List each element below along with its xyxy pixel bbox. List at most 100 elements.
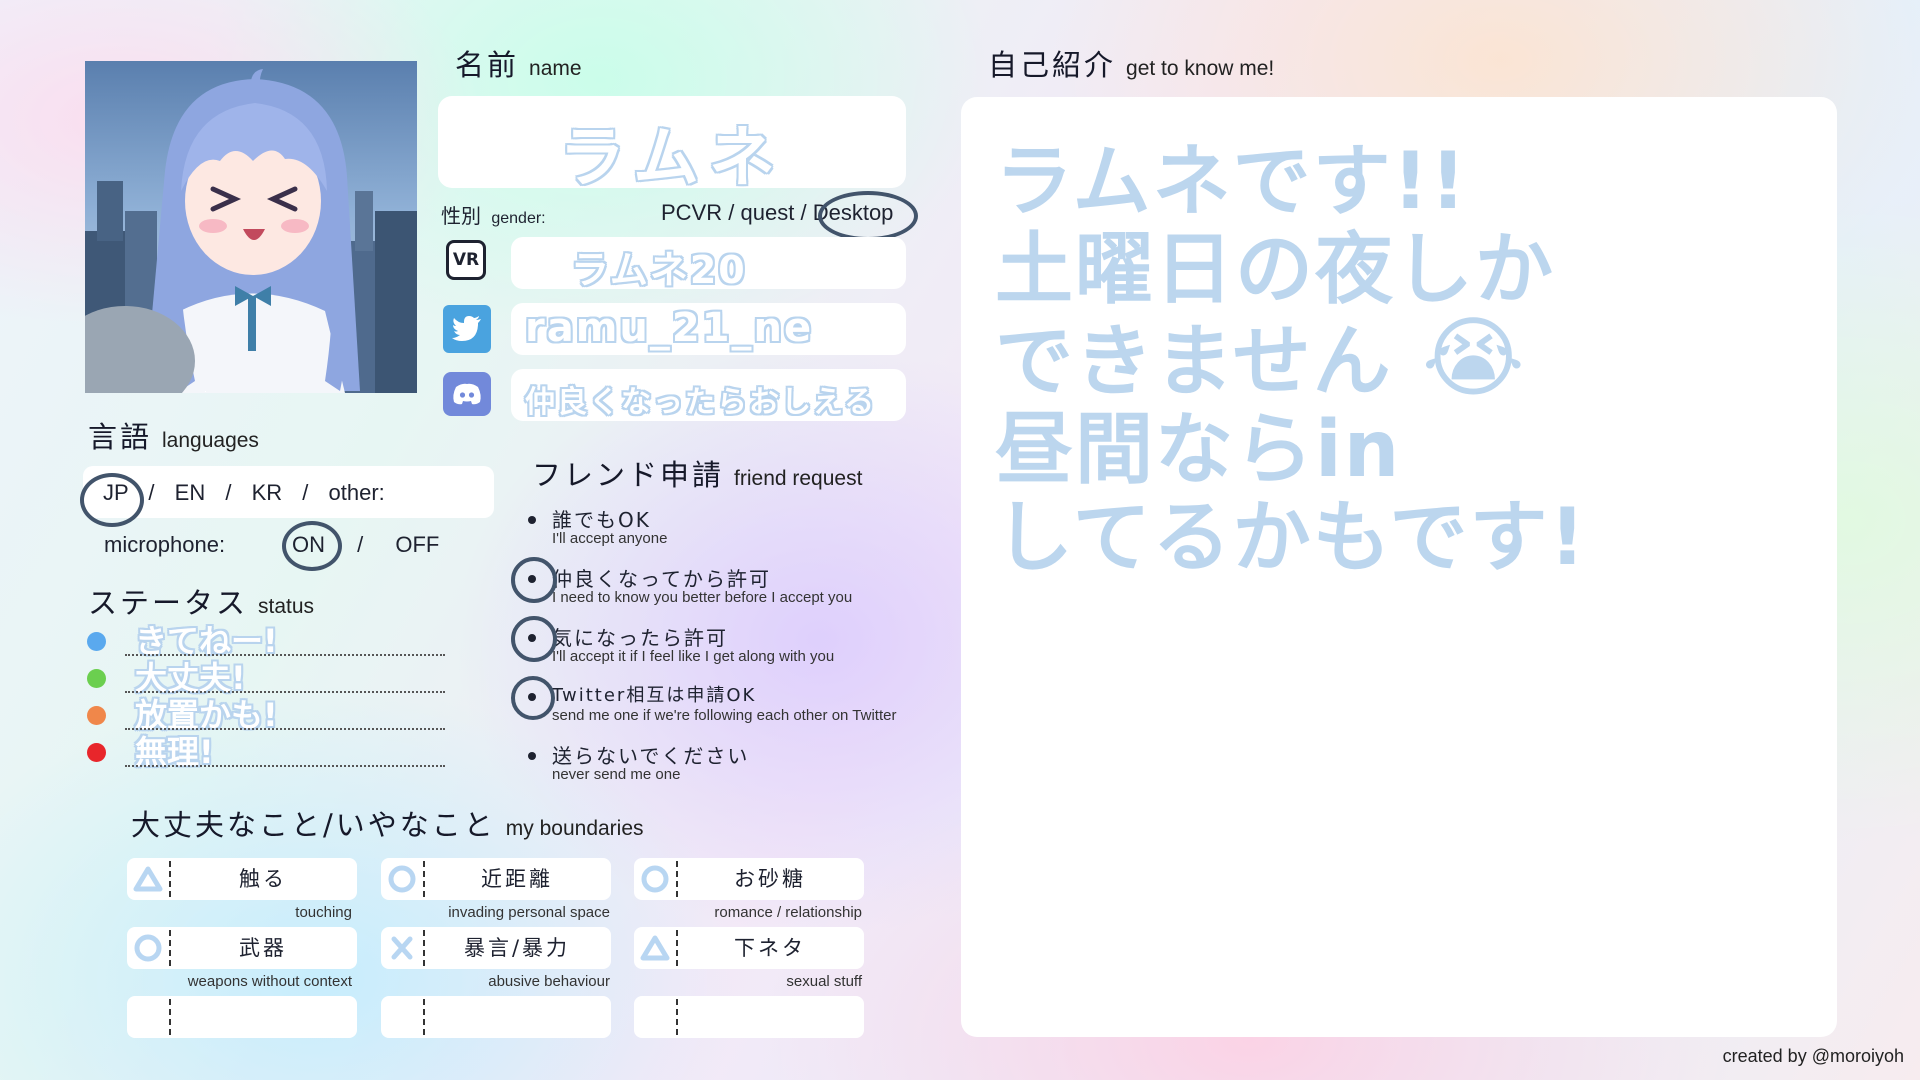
vrchat-name: ラムネ20 (571, 248, 747, 289)
languages-label-jp: 言語 (88, 420, 153, 454)
status-row: 無理! (85, 733, 445, 771)
platform-separator: / (800, 200, 807, 225)
platform-quest[interactable]: quest (741, 200, 795, 225)
boundary-card: 触る (127, 858, 357, 900)
friend-request-option-jp: 送らないでください (552, 744, 750, 768)
boundary-label-en: sexual stuff (786, 973, 862, 990)
credit-text: created by @moroiyoh (1722, 1046, 1904, 1066)
vrchat-name-box: ラムネ20 (511, 237, 906, 289)
language-separator: / (148, 480, 155, 505)
friend-request-option[interactable]: 誰でもOK I'll accept anyone (528, 508, 948, 548)
intro-label-en: get to know me! (1126, 57, 1275, 80)
triangle-icon (127, 858, 169, 900)
language-selected-circle (80, 473, 144, 527)
languages-options: JP / EN / KR / other: (103, 480, 385, 506)
friend-request-option[interactable]: 仲良くなってから許可 I need to know you better bef… (528, 567, 948, 607)
boundary-card-empty (127, 996, 357, 1038)
status-dot-orange (87, 706, 106, 725)
status-row: きてねー! (85, 622, 445, 660)
intro-line: してるかもです! (995, 493, 1588, 583)
twitter-handle: ramu_21_ne (525, 305, 814, 351)
boundary-label-jp: お砂糖 (734, 867, 806, 891)
language-separator: / (225, 480, 232, 505)
avatar-illustration (85, 69, 417, 393)
boundary-divider (169, 999, 171, 1035)
boundary-label-en: touching (295, 904, 352, 921)
boundary-card: 暴言/暴力 (381, 927, 611, 969)
boundary-divider (676, 999, 678, 1035)
friend-request-option[interactable]: 送らないでください never send me one (528, 744, 948, 784)
platform-pcvr[interactable]: PCVR (661, 200, 722, 225)
discord-icon[interactable] (443, 372, 491, 416)
status-dot-red (87, 743, 106, 762)
intro-header: 自己紹介 get to know me! (988, 42, 1274, 84)
gender-label-jp: 性別 (441, 204, 481, 228)
friend-request-option-en: I need to know you better before I accep… (552, 589, 853, 606)
boundaries-label-jp: 大丈夫なこと/いやなこと (131, 808, 496, 842)
bullet (528, 752, 536, 760)
boundary-label-jp: 暴言/暴力 (463, 936, 571, 960)
circle-icon (127, 927, 169, 969)
friend-request-option-jp: 気になったら許可 (552, 626, 728, 650)
boundary-label-jp: 触る (239, 867, 287, 891)
boundary-card: お砂糖 (634, 858, 864, 900)
friend-request-option[interactable]: Twitter相互は申請OK send me one if we're foll… (528, 685, 948, 725)
intro-line: 土曜日の夜しか (995, 225, 1556, 315)
language-other[interactable]: other: (329, 480, 385, 505)
mic-separator: / (357, 532, 364, 557)
avatar-image (85, 61, 417, 393)
boundary-label-en: romance / relationship (714, 904, 862, 921)
languages-label-en: languages (162, 429, 259, 452)
status-label-en: status (258, 595, 315, 618)
name-label-en: name (529, 57, 582, 80)
circle-icon (634, 858, 676, 900)
friend-request-header: フレンド申請 friend request (532, 452, 862, 494)
boundary-label-en: abusive behaviour (488, 973, 610, 990)
circle-icon (381, 858, 423, 900)
language-kr[interactable]: KR (252, 480, 283, 505)
boundary-label-jp: 下ネタ (734, 936, 806, 960)
boundary-card-empty (381, 996, 611, 1038)
intro-line: 昼間ならin (995, 405, 1402, 495)
mic-off[interactable]: OFF (395, 532, 439, 557)
friend-request-option-jp: 仲良くなってから許可 (552, 567, 771, 591)
friend-request-option-en: I'll accept it if I feel like I get alon… (552, 648, 835, 665)
discord-text: 仲良くなったらおしえる (525, 385, 877, 420)
status-dot-blue (87, 632, 106, 651)
friend-request-option[interactable]: 気になったら許可 I'll accept it if I feel like I… (528, 626, 948, 666)
status-row: 放置かも! (85, 696, 445, 734)
boundary-card-empty (634, 996, 864, 1038)
boundary-label-jp: 武器 (239, 936, 287, 960)
vr-icon: VR (446, 240, 486, 280)
discord-logo-icon (453, 383, 481, 405)
twitter-icon[interactable] (443, 305, 491, 353)
language-en[interactable]: EN (175, 480, 206, 505)
name-box: ラムネ (438, 96, 906, 196)
friend-request-label-en: friend request (734, 467, 863, 490)
gender-label-en: gender: (491, 210, 546, 227)
friend-request-selected-circle (511, 616, 557, 662)
language-separator: / (302, 480, 309, 505)
status-label-jp: ステータス (88, 586, 249, 620)
friend-request-label-jp: フレンド申請 (532, 458, 725, 492)
friend-request-option-jp: Twitter相互は申請OK (552, 685, 757, 706)
twitter-bird-icon (452, 316, 481, 341)
gender-row: 性別 gender: (441, 200, 546, 229)
platform-separator: / (728, 200, 735, 225)
triangle-icon (634, 927, 676, 969)
boundaries-label-en: my boundaries (505, 817, 644, 840)
cross-icon (381, 927, 423, 969)
status-dot-green (87, 669, 106, 688)
name-label-jp: 名前 (455, 48, 520, 82)
intro-line: ラムネです!! (995, 137, 1468, 227)
intro-label-jp: 自己紹介 (988, 48, 1117, 82)
friend-request-option-jp: 誰でもOK (552, 508, 651, 532)
friend-request-option-en: never send me one (552, 766, 681, 783)
crying-emoji-icon: 😭 (1421, 306, 1527, 409)
platform-selected-circle (818, 191, 918, 241)
boundary-label-jp: 近距離 (481, 867, 553, 891)
microphone-row: microphone: (104, 532, 225, 558)
intro-line-with-emoji: できません 😭 (995, 314, 1587, 407)
status-row: 大丈夫! (85, 659, 445, 697)
name-value: ラムネ (558, 119, 786, 196)
